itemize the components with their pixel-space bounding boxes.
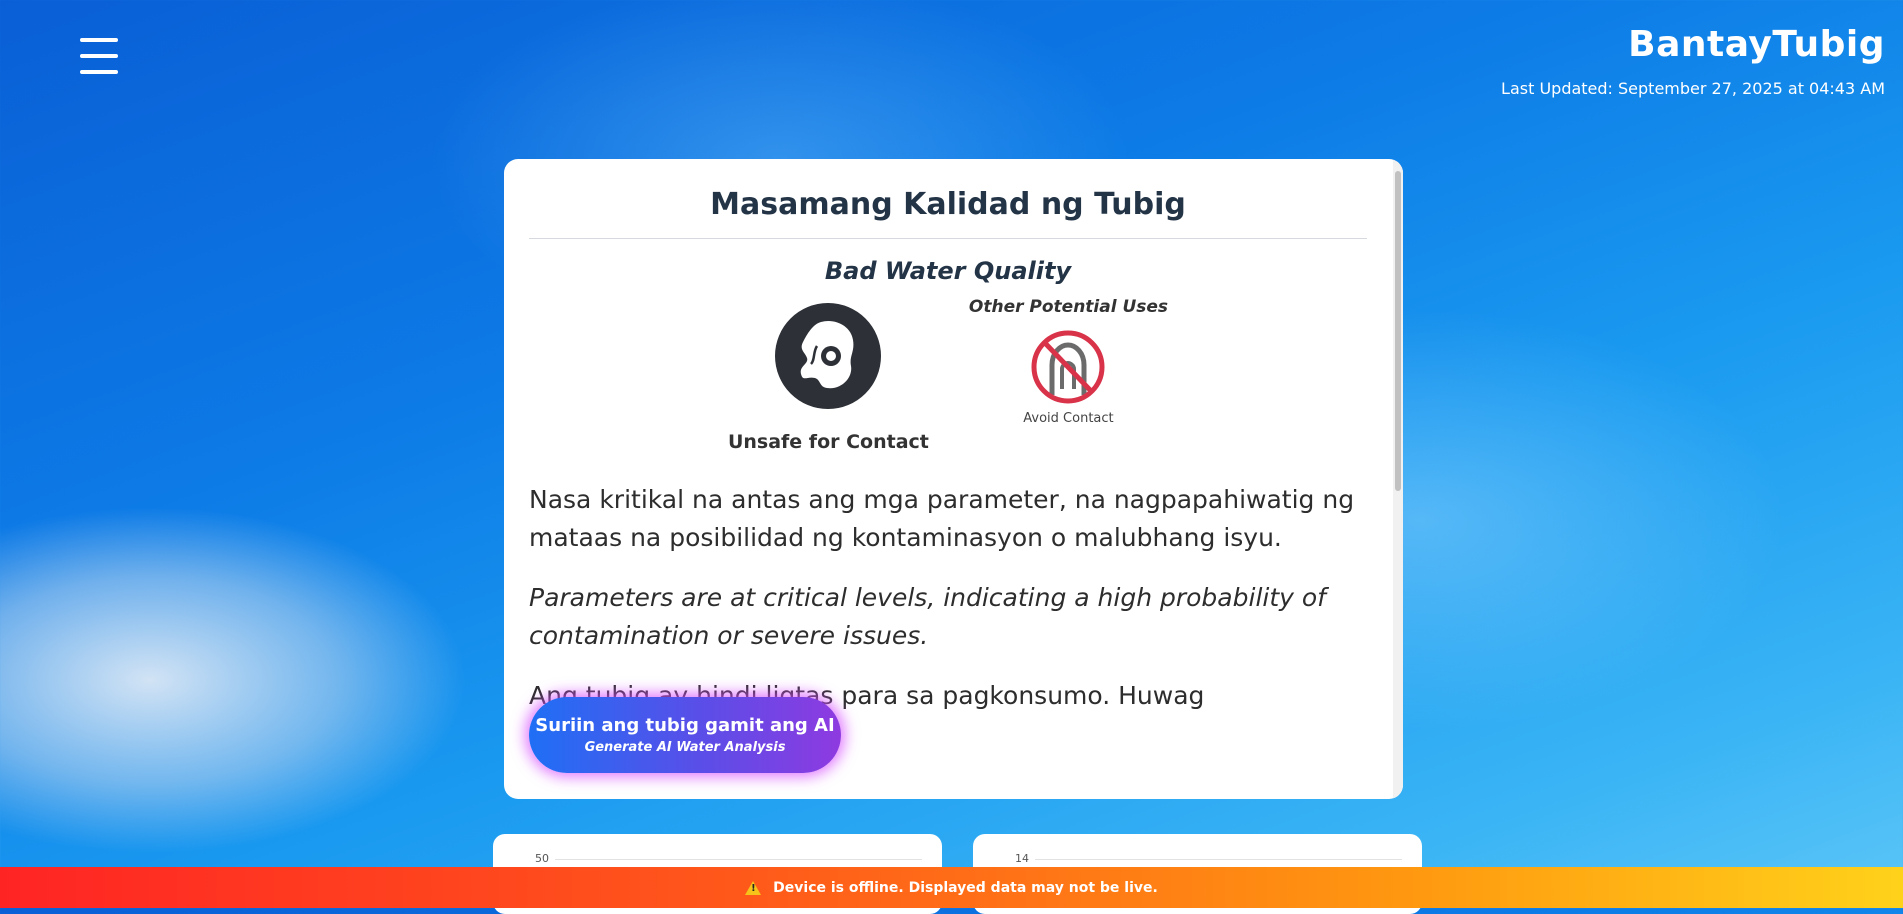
- card-scrollbar[interactable]: [1393, 159, 1403, 799]
- quality-title-tl: Masamang Kalidad ng Tubig: [710, 187, 1186, 222]
- card-scrollbar-thumb[interactable]: [1395, 171, 1401, 491]
- last-updated: Last Updated: September 27, 2025 at 04:4…: [1501, 79, 1885, 98]
- unsafe-contact-icon: [775, 303, 882, 409]
- menu-icon-bar: [80, 70, 118, 74]
- offline-banner: Device is offline. Displayed data may no…: [0, 867, 1903, 908]
- other-uses-label: Other Potential Uses: [968, 297, 1169, 317]
- description-tl: Nasa kritikal na antas ang mga parameter…: [529, 485, 1355, 552]
- ai-button-label-tl: Suriin ang tubig gamit ang AI: [535, 715, 835, 736]
- chart-gridline: [555, 859, 922, 860]
- other-uses: Other Potential Uses Avoid Contact: [969, 297, 1168, 426]
- chart-gridline: [1035, 859, 1402, 860]
- brand-header: BantayTubig Last Updated: September 27, …: [1501, 24, 1885, 98]
- ai-button-label-en: Generate AI Water Analysis: [584, 740, 786, 755]
- chart-top-tick: 14: [1015, 852, 1029, 865]
- unsafe-contact-label: Unsafe for Contact: [727, 431, 929, 453]
- warning-icon: [745, 880, 762, 895]
- avoid-contact-label: Avoid Contact: [1023, 411, 1114, 426]
- usage-icons-row: Unsafe for Contact Other Potential Uses …: [529, 297, 1367, 453]
- description-en: Parameters are at critical levels, indic…: [529, 583, 1326, 650]
- avoid-contact-icon: [1030, 329, 1106, 409]
- card-divider: [529, 238, 1367, 239]
- menu-icon-bar: [80, 54, 118, 58]
- generate-ai-analysis-button[interactable]: Suriin ang tubig gamit ang AI Generate A…: [529, 697, 841, 773]
- menu-icon[interactable]: [80, 38, 118, 74]
- offline-banner-text: Device is offline. Displayed data may no…: [773, 879, 1158, 896]
- menu-icon-bar: [80, 38, 118, 42]
- primary-usage: Unsafe for Contact: [728, 297, 929, 453]
- quality-title-en: Bad Water Quality: [824, 257, 1072, 285]
- brand-title: BantayTubig: [1628, 24, 1885, 65]
- chart-top-tick: 50: [535, 852, 549, 865]
